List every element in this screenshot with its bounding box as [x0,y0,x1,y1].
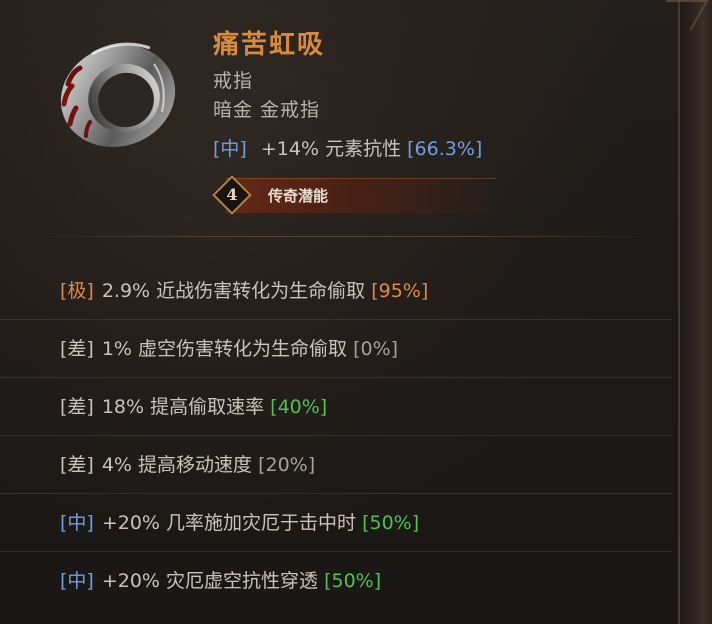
affix-row: [差] 1% 虚空伤害转化为生命偷取 [0%] [0,320,672,378]
affix-grade: [中] [213,138,247,160]
affix-row: [中] +20% 几率施加灾厄于击中时 [50%] [0,494,672,552]
affix-percent: [95%] [371,280,429,302]
affix-grade: [极] [60,280,94,302]
affix-percent: [20%] [258,454,316,476]
affix-row: [差] 4% 提高移动速度 [20%] [0,436,672,494]
affix-row: [差] 18% 提高偷取速率 [40%] [0,378,672,436]
affix-text: +14% 元素抗性 [260,138,402,160]
affix-row: [极] 2.9% 近战伤害转化为生命偷取 [95%] [0,262,672,320]
affix-percent: [50%] [324,570,382,592]
affix-percent: [0%] [353,338,399,360]
affix-grade: [差] [60,396,94,418]
legendary-potential-bar [226,178,496,213]
affix-grade: [差] [60,338,94,360]
affix-percent: [40%] [270,396,328,418]
implicit-affix: [中] +14% 元素抗性 [66.3%] [213,134,482,161]
affix-text: 1% 虚空伤害转化为生命偷取 [101,338,348,360]
affix-grade: [中] [60,512,94,534]
item-tooltip-panel: 痛苦虹吸 戒指 暗金 金戒指 [中] +14% 元素抗性 [66.3%] 4 传… [0,0,712,624]
affix-grade: [中] [60,570,94,592]
affix-grade: [差] [60,454,94,476]
metal-ring-icon [60,42,176,148]
panel-right-border [678,0,712,624]
potential-level: 4 [226,185,238,204]
affix-text: +20% 灾厄虚空抗性穿透 [101,570,319,592]
affix-text: +20% 几率施加灾厄于击中时 [101,512,357,534]
affix-percent: [66.3%] [407,138,483,160]
potential-label: 传奇潜能 [268,187,329,205]
section-divider [20,236,670,237]
item-rarity: 暗金 金戒指 [213,99,321,121]
item-type: 戒指 [213,70,254,92]
item-name: 痛苦虹吸 [213,30,326,60]
affix-text: 4% 提高移动速度 [101,454,253,476]
affix-text: 2.9% 近战伤害转化为生命偷取 [101,280,366,302]
affix-percent: [50%] [362,512,420,534]
affix-row: [中] +20% 灾厄虚空抗性穿透 [50%] [0,552,672,610]
affix-text: 18% 提高偷取速率 [101,396,265,418]
